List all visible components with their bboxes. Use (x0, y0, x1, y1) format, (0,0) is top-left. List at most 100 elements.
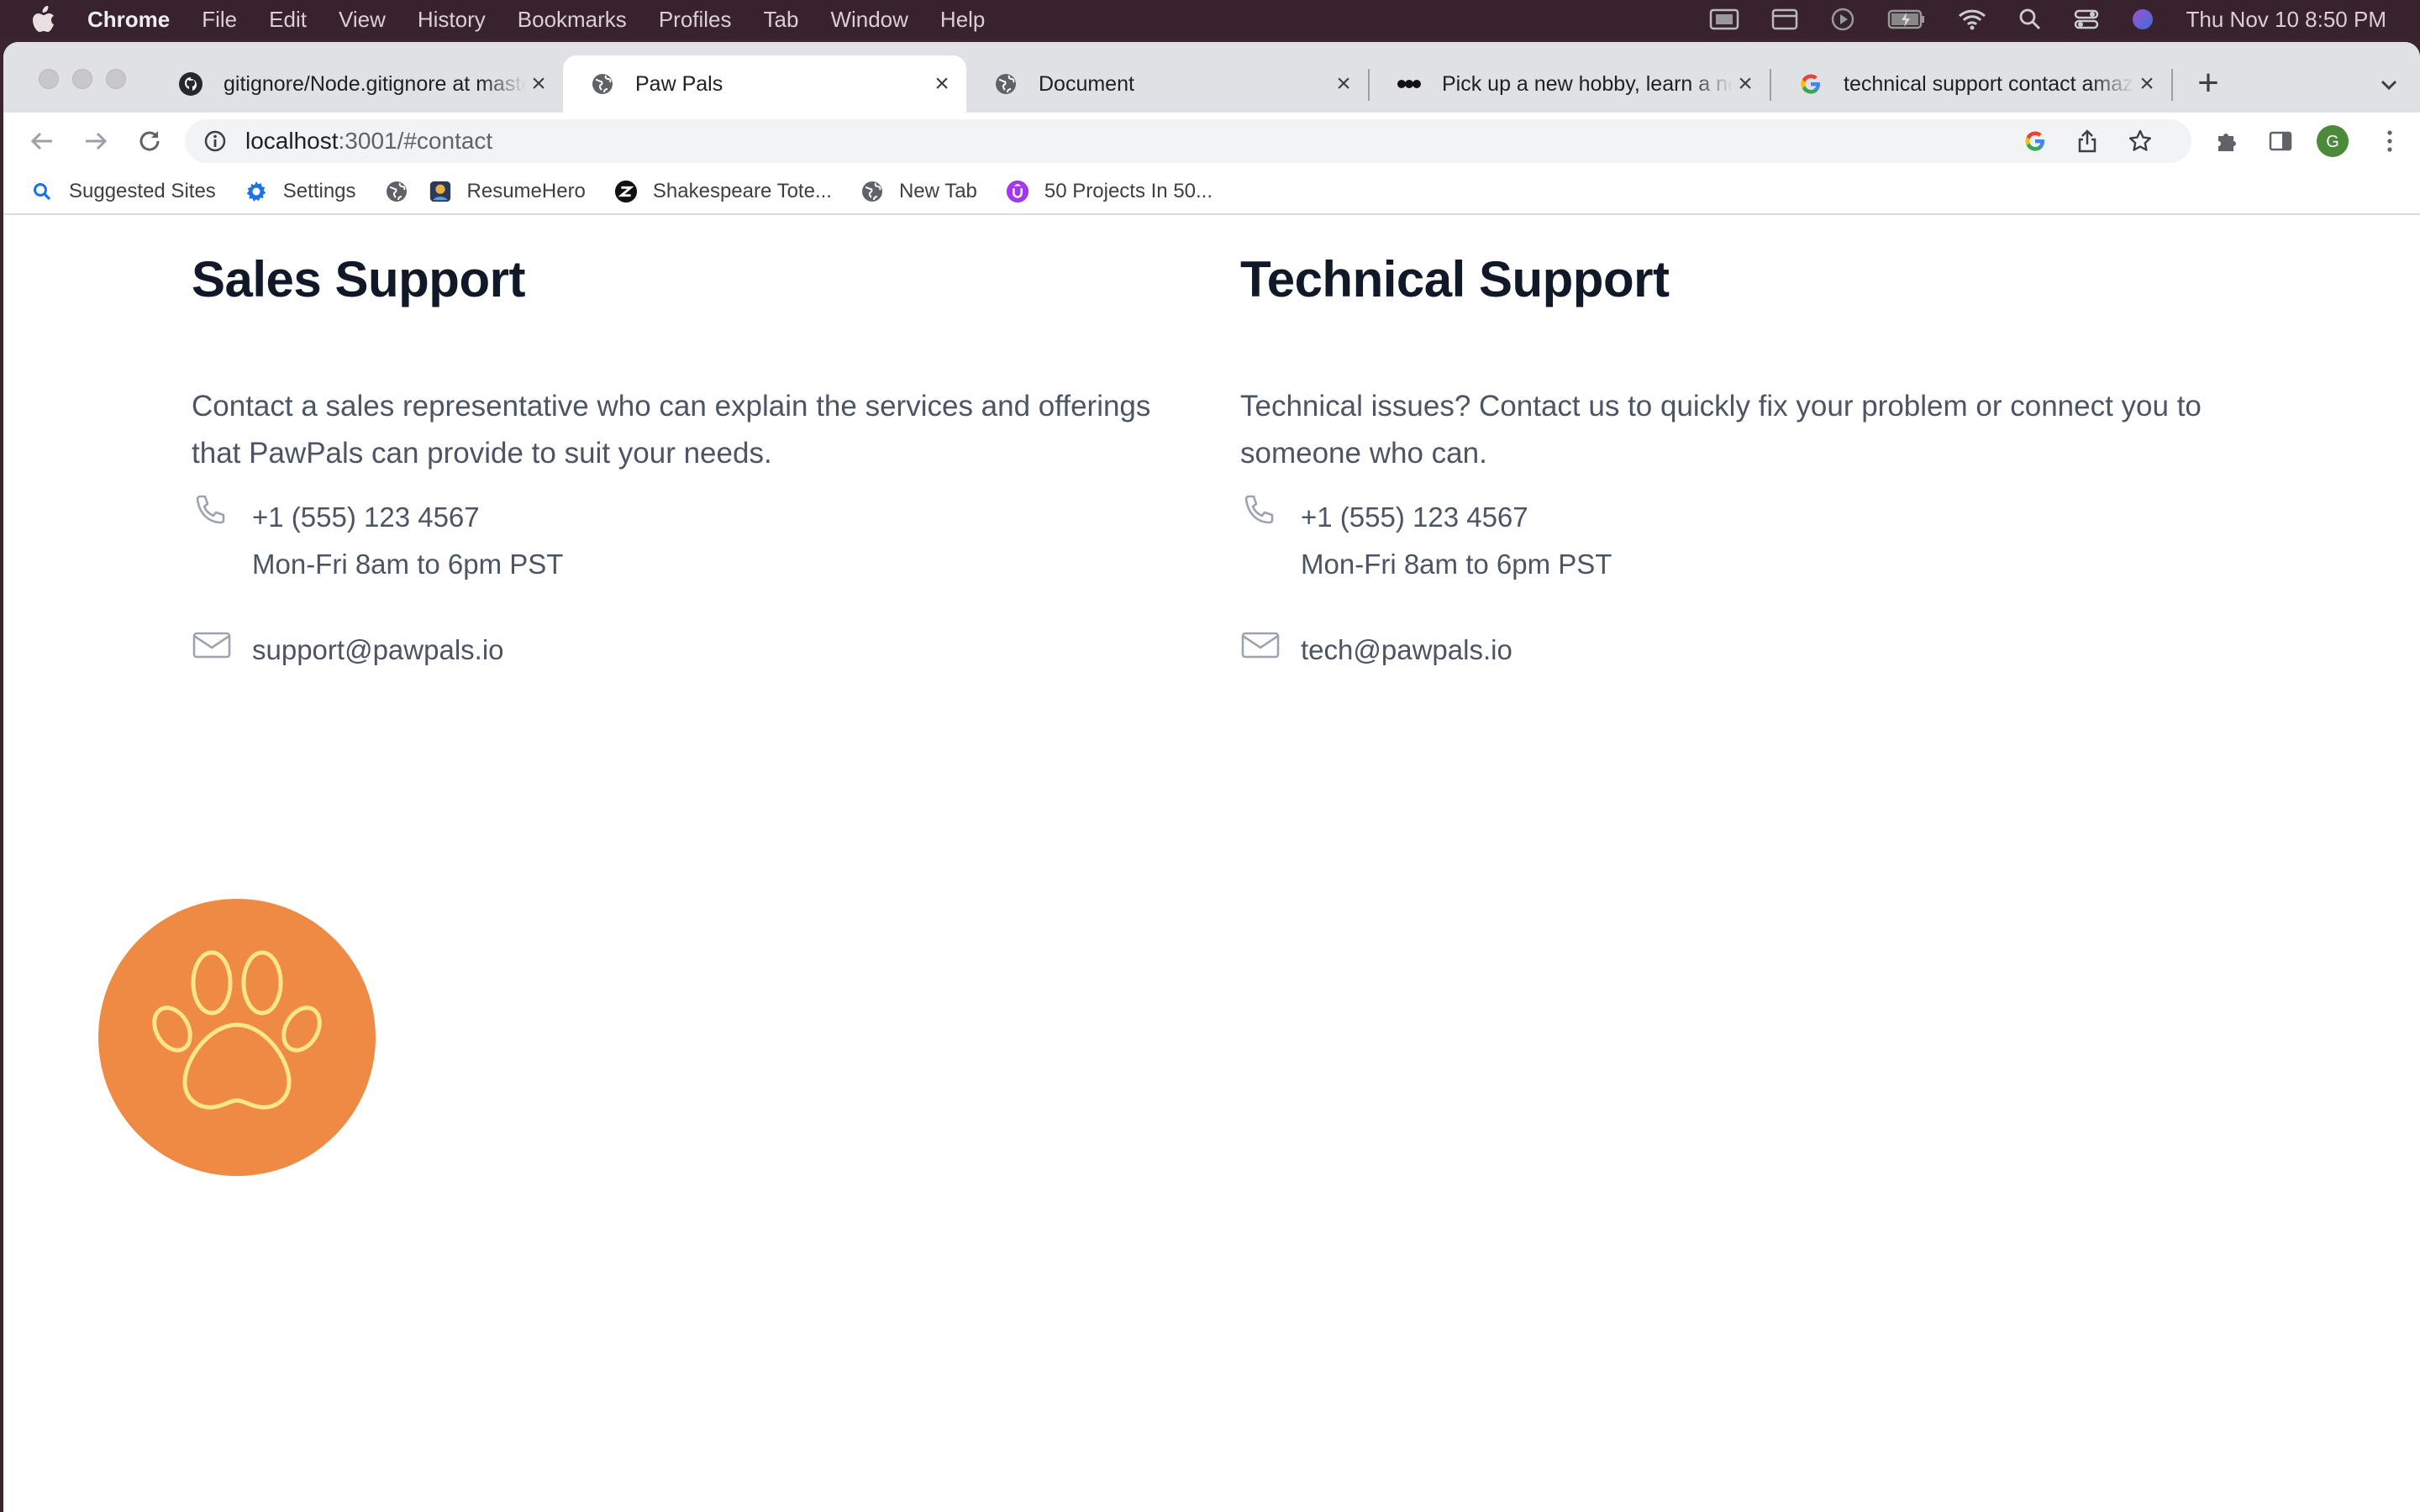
bookmarks-bar: Suggested Sites Settings ResumeHero Shak… (3, 170, 2420, 215)
bookmark-label: 50 Projects In 50... (1044, 180, 1213, 202)
wifi-icon[interactable] (1958, 8, 1986, 30)
close-tab-icon[interactable]: × (1331, 70, 1356, 97)
sales-email-row: support@pawpals.io (192, 627, 504, 674)
technical-support-description: Technical issues? Contact us to quickly … (1240, 390, 2202, 470)
side-panel-icon[interactable] (2264, 124, 2297, 158)
udemy-icon (1006, 180, 1029, 203)
bookmark-suggested-sites[interactable]: Suggested Sites (30, 180, 216, 203)
tech-email-link[interactable]: tech@pawpals.io (1301, 627, 1512, 674)
bookmark-star-icon[interactable] (2128, 129, 2153, 154)
menu-view[interactable]: View (339, 7, 386, 33)
window-controls (39, 69, 126, 89)
bookmark-shakespeare-tote[interactable]: Shakespeare Tote... (614, 180, 832, 203)
tab-paw-pals[interactable]: Paw Pals × (563, 55, 966, 113)
paw-logo-badge (98, 899, 376, 1176)
menu-edit[interactable]: Edit (269, 7, 307, 33)
spotlight-search-icon[interactable] (2018, 8, 2042, 31)
phone-icon (1240, 492, 1281, 533)
tab-title: gitignore/Node.gitignore at master (224, 71, 526, 96)
extensions-puzzle-icon[interactable] (2210, 124, 2244, 158)
google-lens-icon[interactable] (2023, 129, 2047, 153)
github-icon (178, 71, 203, 97)
address-bar[interactable]: localhost:3001/#contact (185, 119, 2191, 163)
close-window-button[interactable] (39, 69, 59, 89)
profile-avatar[interactable]: G (2316, 124, 2349, 158)
url-path: :3001/#contact (338, 128, 493, 154)
forward-arrow-icon[interactable] (79, 124, 113, 158)
close-tab-icon[interactable]: × (929, 70, 955, 97)
globe-icon (993, 71, 1018, 97)
zoom-window-button[interactable] (106, 69, 126, 89)
bookmark-resumehero[interactable]: ResumeHero (429, 180, 586, 203)
page-content: Sales Support Contact a sales representa… (3, 217, 2420, 1512)
mail-icon (192, 625, 232, 665)
phone-icon (192, 492, 232, 533)
tech-phone-row: +1 (555) 123 4567 Mon-Fri 8am to 6pm PST (1240, 494, 1612, 588)
close-tab-icon[interactable]: × (1733, 70, 1758, 97)
bookmark-label: Suggested Sites (69, 180, 216, 202)
bookmark-label: New Tab (898, 180, 977, 202)
menu-bookmarks[interactable]: Bookmarks (518, 7, 627, 33)
battery-icon[interactable] (1887, 8, 1926, 30)
bookmark-settings[interactable]: Settings (245, 180, 356, 203)
tab-google-search[interactable]: technical support contact amazon × (1771, 55, 2171, 113)
sales-support-description: Contact a sales representative who can e… (192, 390, 1151, 470)
control-center-icon[interactable] (2074, 8, 2099, 30)
reload-icon[interactable] (133, 124, 166, 158)
minimize-window-button[interactable] (72, 69, 92, 89)
tab-title: Paw Pals (635, 71, 723, 96)
close-tab-icon[interactable]: × (2134, 70, 2160, 97)
technical-support-title: Technical Support (1240, 251, 1670, 307)
menu-history[interactable]: History (418, 7, 486, 33)
site-info-icon[interactable] (203, 129, 227, 153)
back-arrow-icon[interactable] (25, 124, 59, 158)
menu-help[interactable]: Help (940, 7, 985, 33)
site-icon (1397, 71, 1422, 97)
new-tab-button[interactable]: + (2191, 65, 2225, 102)
tab-search-chevron-icon[interactable] (2376, 72, 2402, 97)
bookmark-new-tab[interactable]: New Tab (860, 180, 977, 203)
window-layout-icon[interactable] (1771, 8, 1798, 30)
sales-support-title: Sales Support (192, 251, 525, 307)
play-icon[interactable] (1830, 7, 1855, 32)
sales-email-link[interactable]: support@pawpals.io (252, 627, 504, 674)
sales-phone-number[interactable]: +1 (555) 123 4567 (252, 494, 563, 541)
share-icon[interactable] (2075, 129, 2099, 154)
paw-icon (152, 950, 322, 1110)
tab-github[interactable]: gitignore/Node.gitignore at master × (151, 55, 563, 113)
search-icon (30, 180, 54, 203)
bookmark-50-projects[interactable]: 50 Projects In 50... (1006, 180, 1213, 203)
sales-phone-row: +1 (555) 123 4567 Mon-Fri 8am to 6pm PST (192, 494, 563, 588)
url-host: localhost (245, 128, 339, 154)
screen-icon[interactable] (1709, 8, 1739, 30)
browser-toolbar: localhost:3001/#contact G (3, 113, 2420, 170)
bookmark-globe[interactable] (385, 180, 408, 203)
close-tab-icon[interactable]: × (526, 70, 551, 97)
more-menu-icon[interactable] (2373, 124, 2407, 158)
gear-icon (245, 180, 268, 203)
menu-tab[interactable]: Tab (764, 7, 799, 33)
tab-hobby[interactable]: Pick up a new hobby, learn a new × (1370, 55, 1770, 113)
tab-document[interactable]: Document × (966, 55, 1368, 113)
newsletter-title: Want product news and updates? (192, 1504, 1092, 1512)
tab-title: Document (1039, 71, 1134, 96)
menu-file[interactable]: File (202, 7, 237, 33)
tech-email-row: tech@pawpals.io (1240, 627, 1512, 674)
sales-hours: Mon-Fri 8am to 6pm PST (252, 549, 564, 580)
apple-icon[interactable] (32, 6, 55, 33)
tab-title: Pick up a new hobby, learn a new (1442, 71, 1733, 96)
globe-icon (385, 180, 408, 203)
menubar-clock[interactable]: Thu Nov 10 8:50 PM (2186, 7, 2386, 33)
tech-hours: Mon-Fri 8am to 6pm PST (1301, 549, 1612, 580)
menu-profiles[interactable]: Profiles (659, 7, 732, 33)
siri-icon[interactable] (2131, 8, 2154, 31)
bookmark-label: Shakespeare Tote... (652, 180, 832, 202)
bookmark-label: Settings (282, 180, 356, 202)
globe-icon (590, 71, 615, 97)
menu-window[interactable]: Window (830, 7, 908, 33)
globe-icon (860, 180, 884, 203)
menu-chrome[interactable]: Chrome (87, 7, 170, 33)
google-icon (1798, 71, 1823, 97)
tech-phone-number[interactable]: +1 (555) 123 4567 (1301, 494, 1612, 541)
mail-icon (1240, 625, 1281, 665)
